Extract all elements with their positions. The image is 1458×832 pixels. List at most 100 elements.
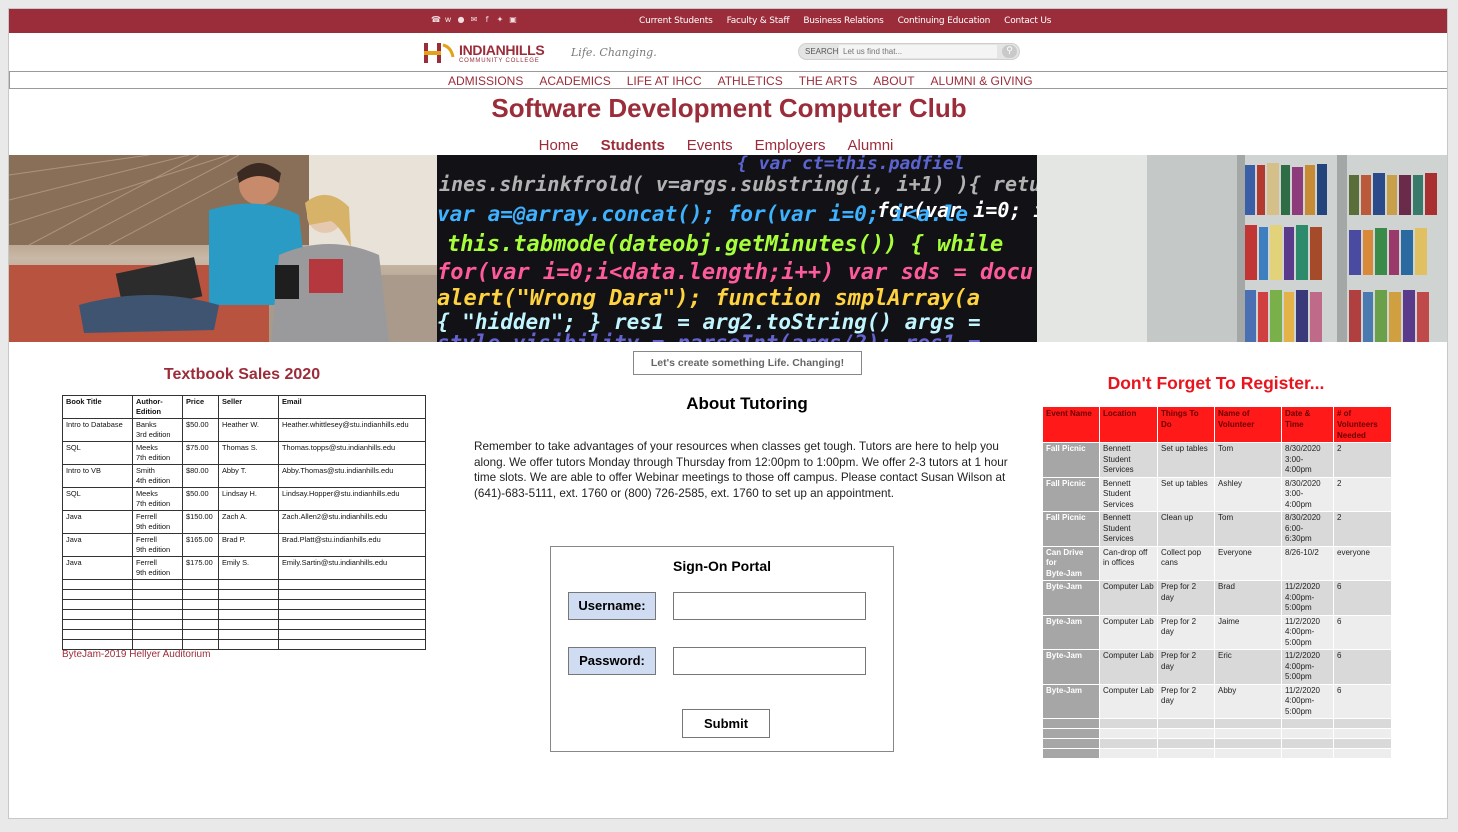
empty-row xyxy=(1043,719,1391,728)
search-input[interactable] xyxy=(839,45,997,58)
nav-alumni-giving[interactable]: ALUMNI & GIVING xyxy=(931,74,1033,88)
table-cell: Thomas S. xyxy=(218,441,279,465)
nav-the-arts[interactable]: THE ARTS xyxy=(799,74,857,88)
code-line: lines.shrinkfrold( v=args.substring(i, i… xyxy=(437,172,1037,196)
about-tutoring-title: About Tutoring xyxy=(686,394,808,413)
empty-row xyxy=(1043,749,1391,758)
table-cell: Meeks 7th edition xyxy=(132,487,183,511)
club-subnav: Home Students Events Employers Alumni xyxy=(9,137,1447,155)
table-cell[interactable]: Lindsay.Hopper@stu.indianhills.edu xyxy=(278,487,426,511)
table-cell[interactable]: Brad.Platt@stu.indianhills.edu xyxy=(278,533,426,557)
table-cell: everyone xyxy=(1334,546,1391,580)
table-cell xyxy=(62,589,133,600)
twitter-icon[interactable]: ✦ xyxy=(496,15,504,25)
table-cell xyxy=(1158,719,1214,728)
table-cell: 11/2/2020 4:00pm- 5:00pm xyxy=(1282,650,1333,684)
table-cell: Byte-Jam xyxy=(1043,581,1099,615)
table-cell: $175.00 xyxy=(182,556,219,580)
mail-icon[interactable]: ✉ xyxy=(470,15,478,25)
table-row: Java Ferrell 9th edition $175.00 Emily S. Em… xyxy=(62,556,426,580)
table-cell xyxy=(1215,739,1281,748)
link-contact-us[interactable]: Contact Us xyxy=(1004,15,1051,27)
subnav-students[interactable]: Students xyxy=(601,137,665,155)
submit-button[interactable]: Submit xyxy=(682,709,770,738)
username-label: Username: xyxy=(568,592,656,620)
table-cell[interactable]: Zach.Allen2@stu.indianhills.edu xyxy=(278,510,426,534)
table-cell[interactable]: Abby.Thomas@stu.indianhills.edu xyxy=(278,464,426,488)
table-cell xyxy=(62,579,133,590)
table-cell: Byte-Jam xyxy=(1043,615,1099,649)
college-logo[interactable]: INDIANHILLS COMMUNITY COLLEGE xyxy=(423,40,545,66)
students-photo xyxy=(9,155,437,342)
cta-button[interactable]: Let's create something Life. Changing! xyxy=(633,351,862,375)
table-cell: 8/30/2020 3:00- 4:00pm xyxy=(1282,477,1333,511)
nav-about[interactable]: ABOUT xyxy=(873,74,914,88)
nav-athletics[interactable]: ATHLETICS xyxy=(718,74,783,88)
hero-banner: { var ct=this.padfiel lines.shrinkfrold(… xyxy=(9,155,1447,342)
table-cell: 6 xyxy=(1334,581,1391,615)
table-cell: 8/26-10/2 xyxy=(1282,546,1333,580)
link-business-relations[interactable]: Business Relations xyxy=(803,15,883,27)
table-cell: Tom xyxy=(1215,512,1281,546)
table-cell[interactable]: Thomas.topps@stu.indianhills.edu xyxy=(278,441,426,465)
subnav-events[interactable]: Events xyxy=(687,137,733,155)
subnav-home[interactable]: Home xyxy=(539,137,579,155)
table-cell: Computer Lab xyxy=(1100,615,1157,649)
table-cell xyxy=(182,599,219,610)
bytejam-link[interactable]: ByteJam-2019 Hellyer Auditorium xyxy=(62,649,210,660)
link-faculty-staff[interactable]: Faculty & Staff xyxy=(727,15,790,27)
table-cell xyxy=(62,599,133,610)
phone-icon[interactable]: ☎ xyxy=(431,15,441,25)
table-cell xyxy=(218,629,279,640)
table-row: SQL Meeks 7th edition $50.00 Lindsay H. Lind… xyxy=(62,487,426,511)
table-cell: 6 xyxy=(1334,615,1391,649)
utility-links: Current Students Faculty & Staff Busines… xyxy=(639,15,1051,27)
column-header: Email xyxy=(278,395,426,419)
nav-life-at-ihcc[interactable]: LIFE AT IHCC xyxy=(627,74,702,88)
page-title: Software Development Computer Club xyxy=(491,93,967,123)
table-cell: 8/30/2020 3:00- 4:00pm xyxy=(1282,443,1333,477)
subnav-alumni[interactable]: Alumni xyxy=(848,137,894,155)
table-cell: Brad xyxy=(1215,581,1281,615)
utility-bar: ☎ w ● ✉ f ✦ ▣ Current Students Faculty &… xyxy=(9,9,1447,33)
table-cell: Abby T. xyxy=(218,464,279,488)
table-cell xyxy=(182,589,219,600)
table-cell xyxy=(132,619,183,630)
wordpress-icon[interactable]: w xyxy=(444,15,452,25)
table-cell[interactable]: Heather.whittlesey@stu.indianhills.edu xyxy=(278,418,426,442)
table-cell: Fall Picnic xyxy=(1043,443,1099,477)
page: ☎ w ● ✉ f ✦ ▣ Current Students Faculty &… xyxy=(8,8,1448,819)
table-cell: Can-drop off in offices xyxy=(1100,546,1157,580)
link-continuing-education[interactable]: Continuing Education xyxy=(898,15,991,27)
username-field[interactable] xyxy=(673,592,866,620)
subnav-employers[interactable]: Employers xyxy=(755,137,826,155)
table-cell: Byte-Jam xyxy=(1043,650,1099,684)
portal-title: Sign-On Portal xyxy=(673,558,771,574)
table-cell: Abby xyxy=(1215,684,1281,718)
table-cell xyxy=(278,609,426,620)
table-cell: Computer Lab xyxy=(1100,684,1157,718)
nav-admissions[interactable]: ADMISSIONS xyxy=(448,74,523,88)
table-cell: Jaime xyxy=(1215,615,1281,649)
table-cell[interactable]: Emily.Sartin@stu.indianhills.edu xyxy=(278,556,426,580)
nav-academics[interactable]: ACADEMICS xyxy=(539,74,610,88)
password-field[interactable] xyxy=(673,647,866,675)
facebook-icon[interactable]: f xyxy=(483,15,491,25)
table-cell xyxy=(1158,729,1214,738)
table-cell xyxy=(1043,739,1099,748)
table-cell xyxy=(1215,719,1281,728)
table-cell: $80.00 xyxy=(182,464,219,488)
table-cell xyxy=(278,639,426,650)
table-cell xyxy=(218,639,279,650)
table-cell xyxy=(1158,739,1214,748)
table-cell: 11/2/2020 4:00pm- 5:00pm xyxy=(1282,684,1333,718)
user-icon[interactable]: ● xyxy=(457,15,465,25)
instagram-icon[interactable]: ▣ xyxy=(509,15,517,25)
library-photo xyxy=(1037,155,1447,342)
table-cell xyxy=(218,599,279,610)
search-icon[interactable]: ⚲ xyxy=(1002,45,1017,58)
table-row: Intro to VB Smith 4th edition $80.00 Abby T… xyxy=(62,464,426,488)
code-photo: { var ct=this.padfiel lines.shrinkfrold(… xyxy=(437,155,1037,342)
table-cell: $150.00 xyxy=(182,510,219,534)
link-current-students[interactable]: Current Students xyxy=(639,15,713,27)
